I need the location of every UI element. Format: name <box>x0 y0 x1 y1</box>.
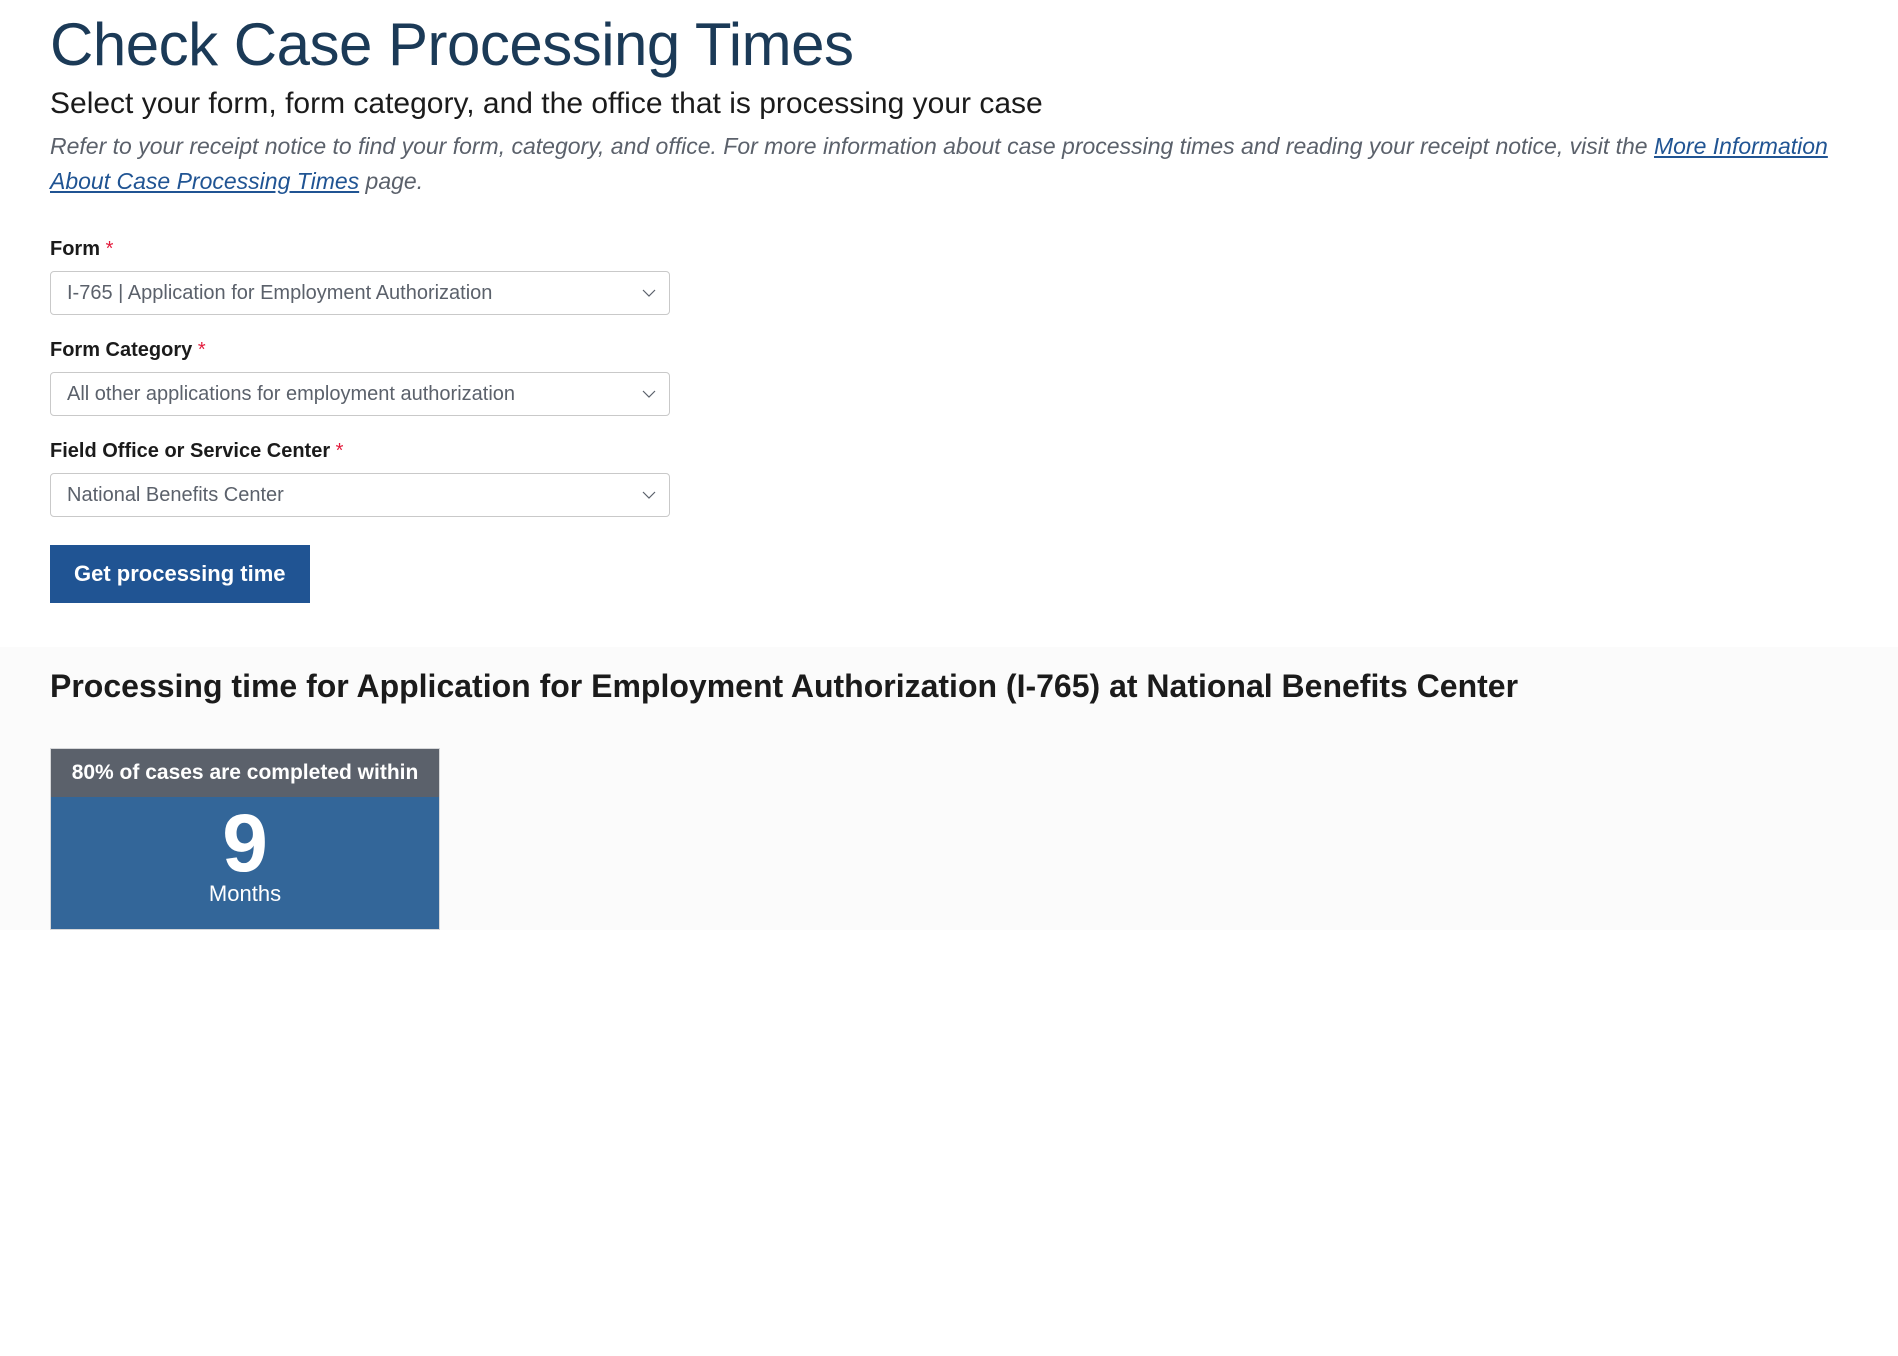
result-card: 80% of cases are completed within 9 Mont… <box>50 748 440 930</box>
page-title: Check Case Processing Times <box>50 10 1848 79</box>
result-number: 9 <box>61 803 429 885</box>
result-card-body: 9 Months <box>51 797 439 929</box>
form-field-label: Form * <box>50 238 1848 261</box>
office-field-label-text: Field Office or Service Center <box>50 440 330 462</box>
get-processing-time-button[interactable]: Get processing time <box>50 545 310 603</box>
category-field-label-text: Form Category <box>50 339 192 361</box>
required-asterisk: * <box>336 440 344 462</box>
office-field-label: Field Office or Service Center * <box>50 440 1848 463</box>
page-subtitle: Select your form, form category, and the… <box>50 87 1848 121</box>
results-section: Processing time for Application for Empl… <box>0 647 1898 930</box>
required-asterisk: * <box>198 339 206 361</box>
form-select[interactable]: I-765 | Application for Employment Autho… <box>50 271 670 315</box>
category-field-group: Form Category * All other applications f… <box>50 339 1848 416</box>
category-field-label: Form Category * <box>50 339 1848 362</box>
result-card-header: 80% of cases are completed within <box>51 749 439 797</box>
form-field-label-text: Form <box>50 238 100 260</box>
intro-suffix: page. <box>359 168 423 194</box>
results-heading: Processing time for Application for Empl… <box>50 665 1848 708</box>
category-select-wrapper: All other applications for employment au… <box>50 372 670 416</box>
office-select[interactable]: National Benefits Center <box>50 473 670 517</box>
form-select-wrapper: I-765 | Application for Employment Autho… <box>50 271 670 315</box>
required-asterisk: * <box>106 238 114 260</box>
intro-text: Refer to your receipt notice to find you… <box>50 129 1848 198</box>
result-unit: Months <box>61 881 429 907</box>
category-select[interactable]: All other applications for employment au… <box>50 372 670 416</box>
office-field-group: Field Office or Service Center * Nationa… <box>50 440 1848 517</box>
intro-prefix: Refer to your receipt notice to find you… <box>50 133 1654 159</box>
office-select-wrapper: National Benefits Center <box>50 473 670 517</box>
form-field-group: Form * I-765 | Application for Employmen… <box>50 238 1848 315</box>
